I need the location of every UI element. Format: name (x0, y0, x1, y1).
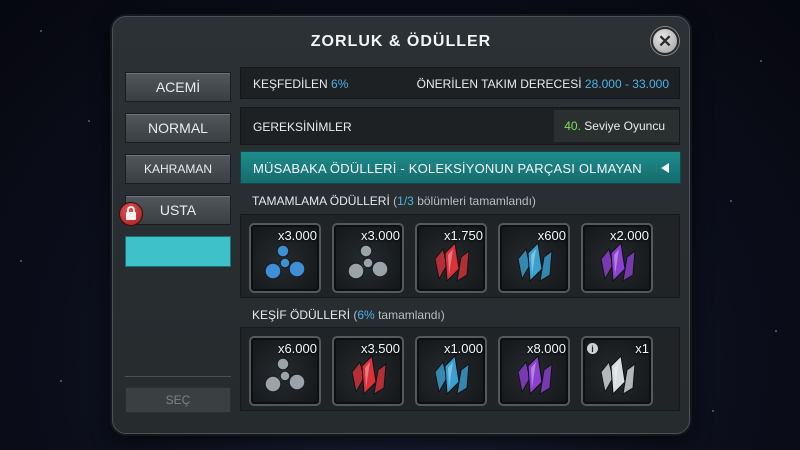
completion-reward-tile[interactable]: x2.000 (581, 223, 653, 293)
difficulty-rewards-dialog: ZORLUK & ÖDÜLLER ✕ ACEMİ NORMAL KAHRAMAN… (112, 16, 690, 434)
difficulty-beginner-button[interactable]: ACEMİ (125, 72, 231, 102)
reward-quantity: x3.000 (360, 228, 400, 243)
dialog-title: ZORLUK & ÖDÜLLER (310, 33, 492, 50)
divider (125, 376, 231, 377)
completion-rewards-list: x3.000 x3.000 x1.750 x600 x2.000 (240, 214, 680, 298)
completion-rewards-heading: TAMAMLAMA ÖDÜLLERİ (1/3 bölümleri tamaml… (252, 194, 536, 208)
difficulty-heroic-button[interactable]: KAHRAMAN (125, 154, 231, 184)
completion-reward-tile[interactable]: x600 (498, 223, 570, 293)
reward-quantity: x2.000 (609, 228, 649, 243)
reward-quantity: x1.750 (443, 228, 483, 243)
requirements-row: GEREKSİNİMLER 40. Seviye Oyuncu (240, 107, 680, 145)
reward-quantity: x600 (537, 228, 566, 243)
close-icon: ✕ (657, 31, 673, 51)
rewards-banner[interactable]: MÜSABAKA ÖDÜLLERİ - KOLEKSİYONUN PARÇASI… (240, 151, 681, 184)
explored-label: KEŞFEDİLEN 6% (253, 77, 349, 91)
select-button[interactable]: SEÇ (125, 387, 231, 413)
info-icon[interactable]: i (587, 343, 598, 354)
reward-quantity: x3.000 (277, 228, 317, 243)
teal-action-button[interactable] (125, 236, 231, 267)
exploration-rewards-heading: KEŞİF ÖDÜLLERİ (6% tamamlandı) (252, 308, 445, 322)
banner-title: MÜSABAKA ÖDÜLLERİ - KOLEKSİYONUN PARÇASI… (253, 161, 642, 176)
exploration-reward-tile[interactable]: x1.000 (415, 336, 487, 406)
reward-quantity: x1 (635, 341, 649, 356)
collapse-arrow-icon (661, 163, 669, 173)
exploration-reward-tile[interactable]: x1 i (581, 336, 653, 406)
explored-value: 6% (331, 77, 349, 91)
reward-quantity: x6.000 (277, 341, 317, 356)
difficulty-normal-button[interactable]: NORMAL (125, 113, 231, 143)
requirements-label: GEREKSİNİMLER (253, 120, 352, 134)
requirement-badge: 40. Seviye Oyuncu (554, 110, 679, 142)
reward-quantity: x3.500 (360, 341, 400, 356)
completion-reward-tile[interactable]: x3.000 (249, 223, 321, 293)
completion-reward-tile[interactable]: x1.750 (415, 223, 487, 293)
exploration-reward-tile[interactable]: x3.500 (332, 336, 404, 406)
required-level: 40. (564, 119, 581, 133)
exploration-rewards-list: x6.000 x3.500 x1.000 x8.000 x1 i (240, 327, 680, 411)
reward-quantity: x1.000 (443, 341, 483, 356)
reward-quantity: x8.000 (526, 341, 566, 356)
team-rating-value: 28.000 - 33.000 (584, 77, 669, 91)
exploration-reward-tile[interactable]: x8.000 (498, 336, 570, 406)
close-button[interactable]: ✕ (651, 27, 679, 55)
completion-reward-tile[interactable]: x3.000 (332, 223, 404, 293)
exploration-row: KEŞFEDİLEN 6% ÖNERİLEN TAKIM DERECESİ 28… (240, 67, 680, 99)
lock-icon (119, 202, 143, 226)
team-rating: ÖNERİLEN TAKIM DERECESİ 28.000 - 33.000 (416, 77, 669, 91)
exploration-reward-tile[interactable]: x6.000 (249, 336, 321, 406)
